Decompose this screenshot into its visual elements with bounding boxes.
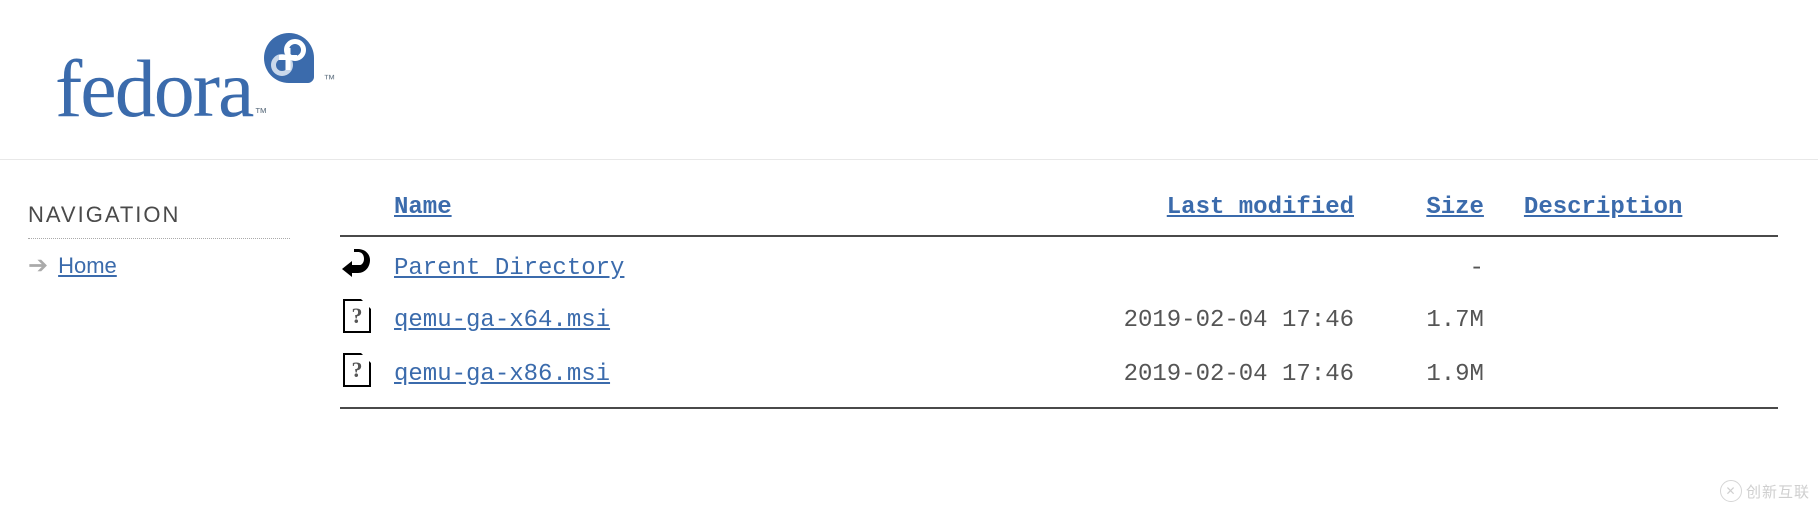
- unknown-file-icon: [343, 299, 371, 333]
- file-icon-cell: [330, 347, 384, 401]
- sort-by-modified[interactable]: Last modified: [1167, 194, 1354, 221]
- divider-row: [330, 229, 1788, 243]
- file-link[interactable]: qemu-ga-x64.msi: [394, 307, 610, 334]
- watermark: ✕ 创新互联: [1720, 480, 1810, 502]
- trademark-text: ™: [254, 105, 267, 120]
- header-description: Description: [1514, 192, 1788, 229]
- sidebar-item-home[interactable]: ➔ Home: [28, 253, 300, 279]
- nav-link-home[interactable]: Home: [58, 253, 117, 279]
- watermark-icon: ✕: [1720, 480, 1742, 502]
- divider-row: [330, 401, 1788, 415]
- parent-desc-cell: [1514, 243, 1788, 293]
- watermark-text: 创新互联: [1746, 481, 1810, 502]
- file-desc-cell: [1514, 347, 1788, 401]
- parent-size-cell: -: [1364, 243, 1514, 293]
- header-size: Size: [1364, 192, 1514, 229]
- file-size-cell: 1.9M: [1364, 347, 1514, 401]
- directory-listing: Name Last modified Size Description Pare…: [300, 160, 1818, 415]
- parent-directory-cell: Parent Directory: [384, 243, 1084, 293]
- trademark-text: ™: [323, 72, 335, 86]
- parent-directory-row: Parent Directory -: [330, 243, 1788, 293]
- unknown-file-icon: [343, 353, 371, 387]
- sidebar: NAVIGATION ➔ Home: [0, 160, 300, 415]
- table-row: qemu-ga-x86.msi 2019-02-04 17:46 1.9M: [330, 347, 1788, 401]
- sort-by-description[interactable]: Description: [1524, 194, 1682, 221]
- file-modified-cell: 2019-02-04 17:46: [1084, 293, 1364, 347]
- index-table: Name Last modified Size Description Pare…: [330, 192, 1788, 415]
- back-icon: [330, 243, 384, 293]
- sort-by-size[interactable]: Size: [1426, 194, 1484, 221]
- logo-text: fedora: [55, 30, 252, 130]
- file-desc-cell: [1514, 293, 1788, 347]
- sort-by-name[interactable]: Name: [394, 194, 452, 221]
- sidebar-title: NAVIGATION: [28, 202, 290, 239]
- header-last-modified: Last modified: [1084, 192, 1364, 229]
- fedora-logo: fedora ™ ™: [55, 30, 317, 130]
- file-size-cell: 1.7M: [1364, 293, 1514, 347]
- header-icon-cell: [330, 192, 384, 229]
- parent-directory-link[interactable]: Parent Directory: [394, 255, 624, 282]
- file-link[interactable]: qemu-ga-x86.msi: [394, 361, 610, 388]
- table-header-row: Name Last modified Size Description: [330, 192, 1788, 229]
- file-modified-cell: 2019-02-04 17:46: [1084, 347, 1364, 401]
- fedora-bubble-icon: ™: [261, 30, 317, 91]
- header-name: Name: [384, 192, 1084, 229]
- parent-modified-cell: [1084, 243, 1364, 293]
- file-icon-cell: [330, 293, 384, 347]
- header: fedora ™ ™: [0, 0, 1818, 160]
- arrow-right-icon: ➔: [28, 254, 48, 278]
- nav-list: ➔ Home: [28, 253, 300, 279]
- file-name-cell: qemu-ga-x64.msi: [384, 293, 1084, 347]
- table-row: qemu-ga-x64.msi 2019-02-04 17:46 1.7M: [330, 293, 1788, 347]
- file-name-cell: qemu-ga-x86.msi: [384, 347, 1084, 401]
